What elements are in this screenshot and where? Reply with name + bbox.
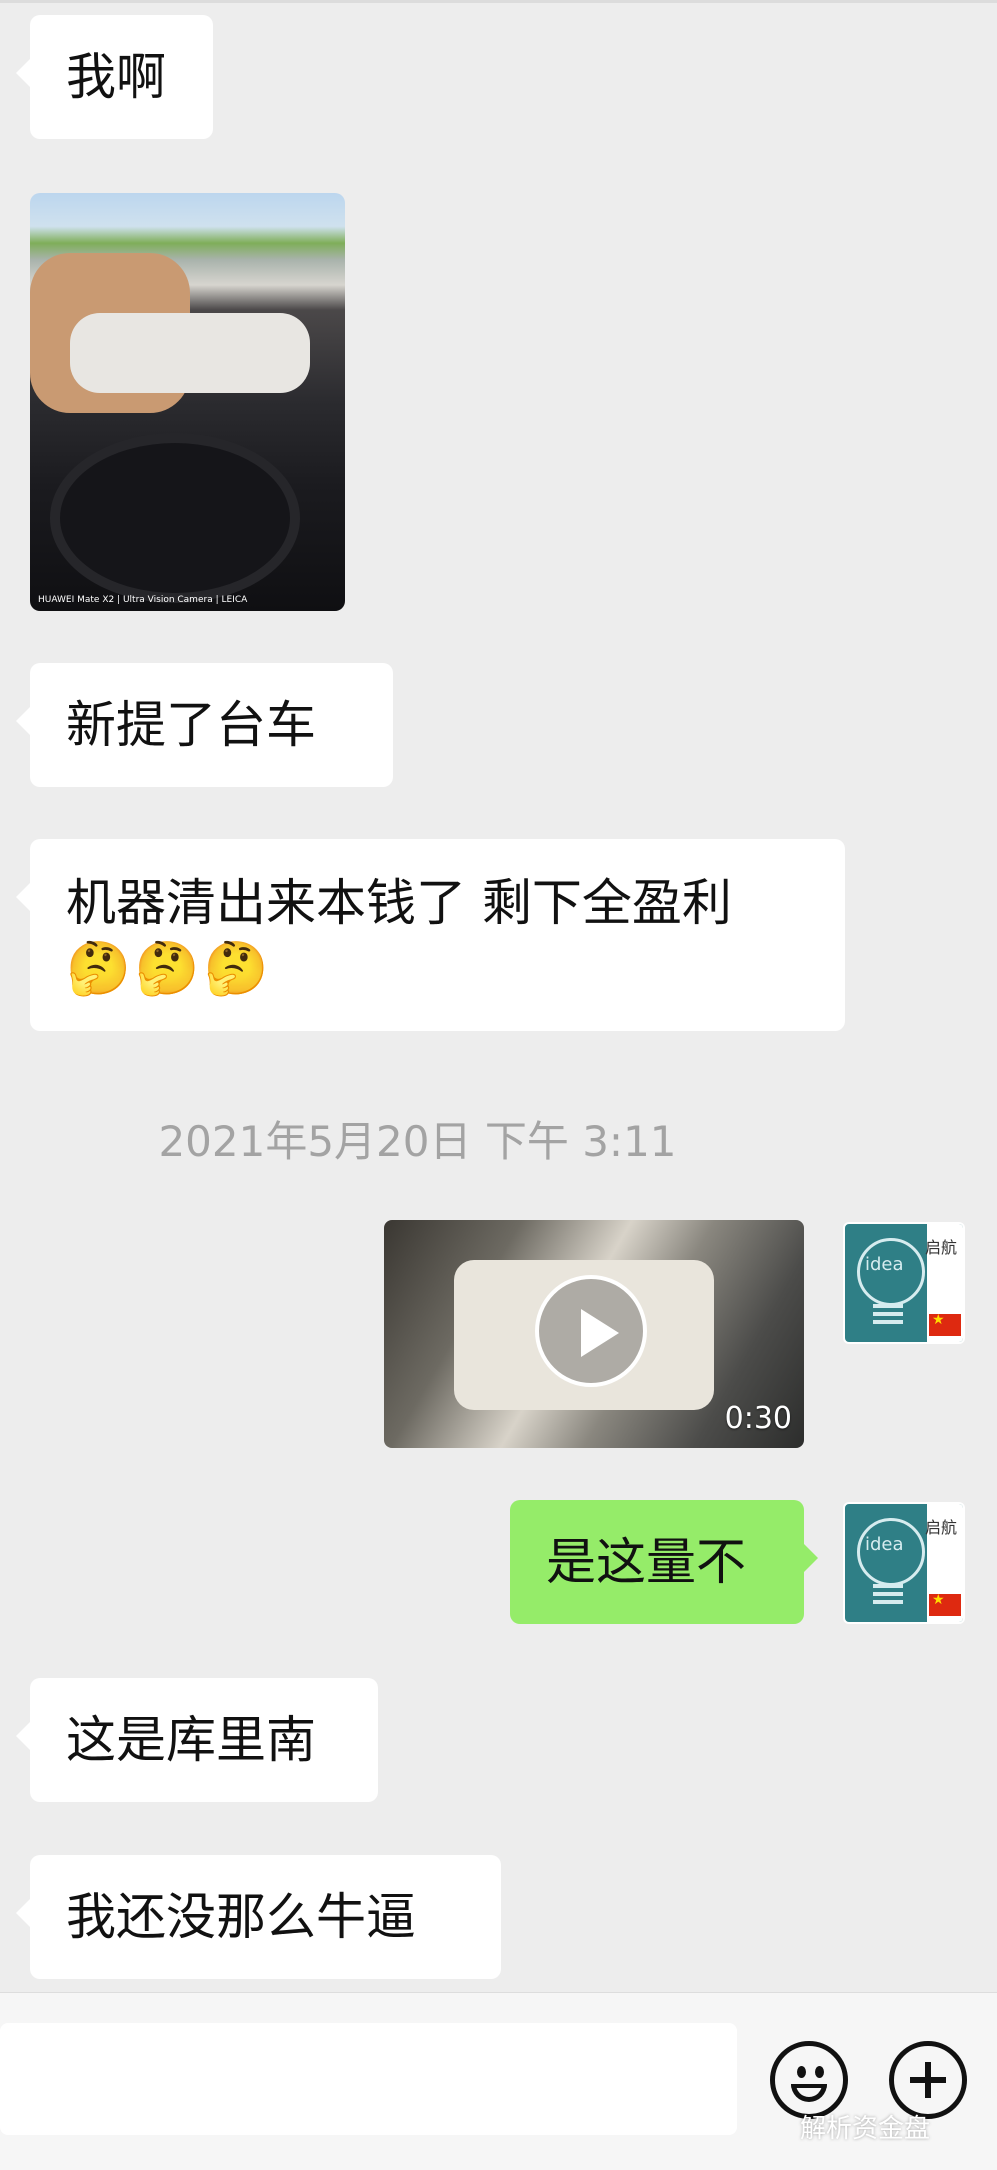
- message-video[interactable]: 0:30: [384, 1220, 804, 1448]
- watermark-text: 解析资金盘: [800, 2114, 931, 2144]
- message-bubble-received[interactable]: 这是库里南: [16, 1678, 378, 1802]
- message-text: 我啊: [66, 48, 166, 106]
- top-divider: [0, 0, 997, 3]
- avatar-side-label: 启航: [924, 1238, 957, 1257]
- bulb-base-icon: [873, 1584, 903, 1608]
- message-input[interactable]: [0, 2023, 737, 2135]
- play-icon[interactable]: [535, 1275, 647, 1387]
- smiley-eye-icon: [797, 2066, 806, 2078]
- video-duration: 0:30: [724, 1401, 792, 1436]
- avatar-text: idea: [865, 1254, 904, 1275]
- message-bubble-received[interactable]: 机器清出来本钱了 剩下全盈利 🤔🤔🤔: [16, 839, 845, 1031]
- message-bubble-received[interactable]: 我啊: [16, 15, 213, 139]
- avatar-side-label: 启航: [924, 1518, 957, 1537]
- bulb-base-icon: [873, 1304, 903, 1328]
- message-text: 是这量不: [546, 1533, 746, 1591]
- message-text: 机器清出来本钱了 剩下全盈利: [66, 874, 732, 932]
- message-text: 新提了台车: [66, 696, 316, 754]
- photo-caption: HUAWEI Mate X2 | Ultra Vision Camera | L…: [38, 595, 248, 605]
- gauge-cluster: [70, 313, 310, 393]
- message-photo[interactable]: HUAWEI Mate X2 | Ultra Vision Camera | L…: [30, 193, 345, 611]
- steering-wheel: [50, 433, 300, 603]
- china-flag-icon: [929, 1592, 961, 1616]
- china-flag-icon: [929, 1312, 961, 1336]
- message-timestamp: 2021年5月20日 下午 3:11: [158, 1117, 677, 1166]
- smiley-eye-icon: [815, 2066, 824, 2078]
- avatar[interactable]: idea 启航: [843, 1222, 965, 1344]
- message-bubble-sent[interactable]: 是这量不: [510, 1500, 818, 1624]
- message-text: 这是库里南: [66, 1711, 316, 1769]
- smiley-mouth-icon: [791, 2084, 827, 2102]
- message-text: 我还没那么牛逼: [66, 1888, 416, 1946]
- thinking-emoji-row: 🤔🤔🤔: [66, 939, 273, 999]
- avatar[interactable]: idea 启航: [843, 1502, 965, 1624]
- message-bubble-received[interactable]: 我还没那么牛逼: [16, 1855, 501, 1979]
- avatar-text: idea: [865, 1534, 904, 1555]
- message-bubble-received[interactable]: 新提了台车: [16, 663, 393, 787]
